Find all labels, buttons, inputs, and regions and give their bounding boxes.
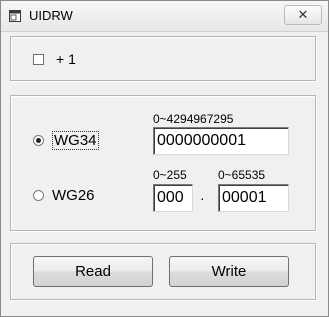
wg34-label[interactable]: WG34 xyxy=(52,131,99,150)
wg26-facility-range-label: 0~255 xyxy=(153,168,187,182)
plus-one-checkbox[interactable] xyxy=(33,54,44,65)
wg34-range-label: 0~4294967295 xyxy=(153,112,234,126)
plus-one-label[interactable]: + 1 xyxy=(56,51,76,67)
close-icon: ✕ xyxy=(297,7,309,22)
wg26-card-input[interactable] xyxy=(218,184,289,212)
wg26-radio[interactable] xyxy=(33,190,44,201)
wg26-card-range-label: 0~65535 xyxy=(218,168,266,182)
app-icon xyxy=(9,10,21,22)
window-title: UIDRW xyxy=(29,8,73,23)
close-button[interactable]: ✕ xyxy=(284,5,322,25)
wg26-separator: · xyxy=(200,190,205,206)
wg26-facility-input[interactable] xyxy=(153,184,193,212)
title-bar[interactable]: UIDRW ✕ xyxy=(1,1,328,32)
wg34-value-input[interactable] xyxy=(153,127,289,155)
read-button[interactable]: Read xyxy=(33,256,153,287)
write-button[interactable]: Write xyxy=(169,256,289,287)
wg34-radio[interactable] xyxy=(33,135,44,146)
wg26-label[interactable]: WG26 xyxy=(52,187,95,204)
